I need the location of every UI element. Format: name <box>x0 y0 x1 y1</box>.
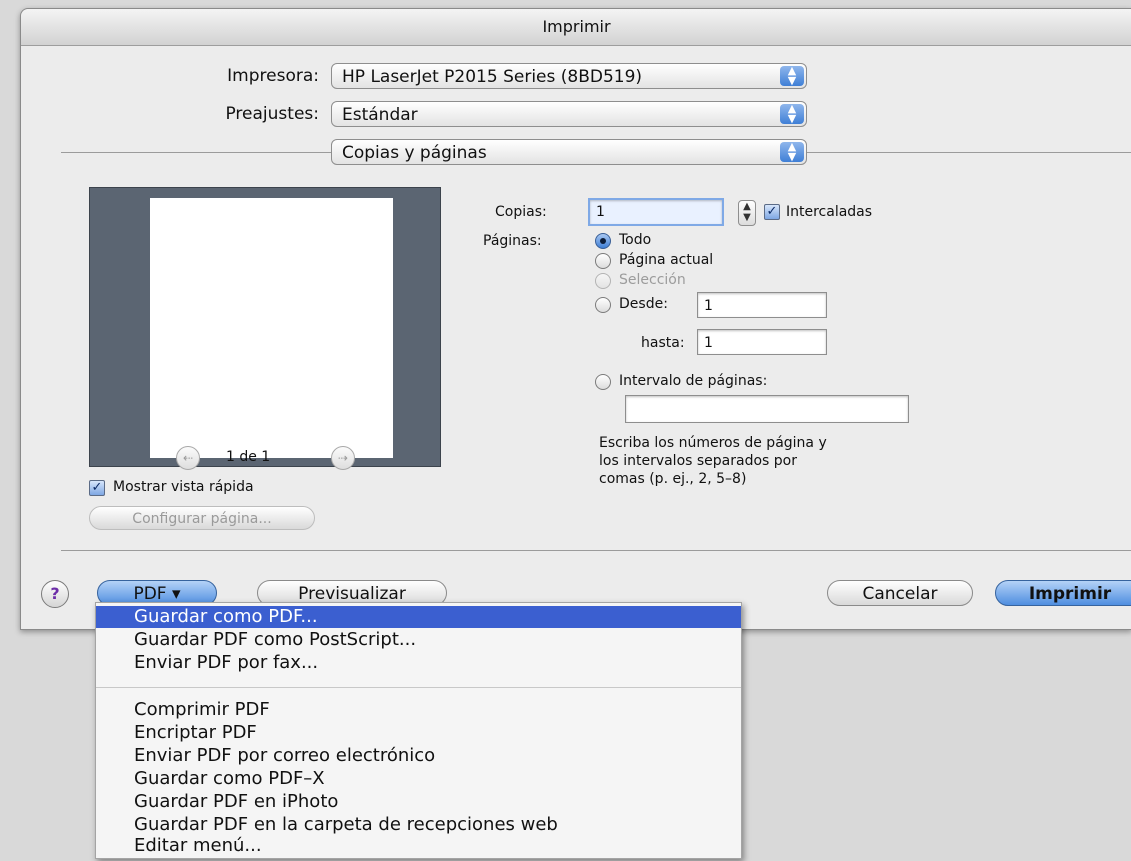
printer-label: Impresora: <box>227 66 319 86</box>
menu-item-save-as-pdf[interactable]: Guardar como PDF... <box>96 606 741 628</box>
pages-range-radio[interactable] <box>595 374 611 390</box>
pages-range-label: Intervalo de páginas: <box>619 373 768 389</box>
page-indicator: 1 de 1 <box>226 449 271 465</box>
menu-item-encrypt-pdf[interactable]: Encriptar PDF <box>96 722 741 744</box>
popup-arrows-icon: ▲ ▼ <box>780 103 804 124</box>
menu-item-mail-pdf[interactable]: Enviar PDF por correo electrónico <box>96 745 741 767</box>
presets-popup[interactable]: Estándar ▲ ▼ <box>331 101 807 127</box>
menu-separator <box>96 687 741 688</box>
bottom-divider <box>61 550 1131 551</box>
show-quick-preview-checkbox[interactable]: ✓ <box>89 480 105 496</box>
pages-hint-line-3: comas (p. ej., 2, 5–8) <box>599 471 747 487</box>
pages-to-field[interactable]: 1 <box>697 329 827 355</box>
menu-item-save-iphoto[interactable]: Guardar PDF en iPhoto <box>96 791 741 813</box>
pages-all-label: Todo <box>619 232 652 248</box>
pages-selection-label: Selección <box>619 272 686 288</box>
page-setup-button[interactable]: Configurar página... <box>89 506 315 530</box>
section-value: Copias y páginas <box>342 143 487 163</box>
copies-field[interactable]: 1 <box>588 198 724 226</box>
menu-item-fax-pdf[interactable]: Enviar PDF por fax... <box>96 652 741 674</box>
menu-item-save-web-receipts[interactable]: Guardar PDF en la carpeta de recepciones… <box>96 814 741 836</box>
dialog-title: Imprimir <box>21 9 1131 46</box>
pages-to-label: hasta: <box>641 335 685 351</box>
menu-item-save-as-postscript[interactable]: Guardar PDF como PostScript... <box>96 629 741 651</box>
menu-item-save-pdf-x[interactable]: Guardar como PDF–X <box>96 768 741 790</box>
section-divider-right <box>807 152 1131 153</box>
pages-selection-radio <box>595 273 611 289</box>
pages-from-field[interactable]: 1 <box>697 292 827 318</box>
pages-hint-line-1: Escriba los números de página y <box>599 435 827 451</box>
preview-page <box>150 198 393 458</box>
pages-from-label: Desde: <box>619 296 668 312</box>
presets-label: Preajustes: <box>225 104 319 124</box>
section-popup[interactable]: Copias y páginas ▲ ▼ <box>331 139 807 165</box>
pages-range-field[interactable] <box>625 395 909 423</box>
menu-item-compress-pdf[interactable]: Comprimir PDF <box>96 699 741 721</box>
previous-page-icon[interactable]: ⇠ <box>176 446 200 470</box>
help-button[interactable]: ? <box>41 580 69 608</box>
menu-item-edit-menu[interactable]: Editar menú... <box>96 835 741 857</box>
cancel-button[interactable]: Cancelar <box>827 580 973 606</box>
popup-arrows-icon: ▲ ▼ <box>780 65 804 86</box>
printer-popup[interactable]: HP LaserJet P2015 Series (8BD519) ▲ ▼ <box>331 63 807 89</box>
printer-value: HP LaserJet P2015 Series (8BD519) <box>342 67 643 87</box>
pages-current-label: Página actual <box>619 252 714 268</box>
collate-label: Intercaladas <box>786 204 873 220</box>
next-page-icon[interactable]: ⇢ <box>331 446 355 470</box>
collate-checkbox[interactable]: ✓ <box>764 204 780 220</box>
popup-arrows-icon: ▲ ▼ <box>780 141 804 162</box>
copies-label: Copias: <box>495 204 547 220</box>
presets-value: Estándar <box>342 105 418 125</box>
section-divider-left <box>61 152 331 153</box>
pages-all-radio[interactable] <box>595 233 611 249</box>
show-quick-preview-label: Mostrar vista rápida <box>113 479 254 495</box>
print-dialog: Imprimir Impresora: HP LaserJet P2015 Se… <box>20 8 1131 630</box>
pages-hint-line-2: los intervalos separados por <box>599 453 797 469</box>
pages-current-radio[interactable] <box>595 253 611 269</box>
pages-label: Páginas: <box>483 233 542 249</box>
print-preview <box>89 187 441 467</box>
copies-stepper[interactable]: ▲ ▼ <box>738 200 756 226</box>
pdf-dropdown-menu: Guardar como PDF... Guardar PDF como Pos… <box>95 602 742 859</box>
pages-from-radio[interactable] <box>595 297 611 313</box>
print-button[interactable]: Imprimir <box>995 580 1131 606</box>
